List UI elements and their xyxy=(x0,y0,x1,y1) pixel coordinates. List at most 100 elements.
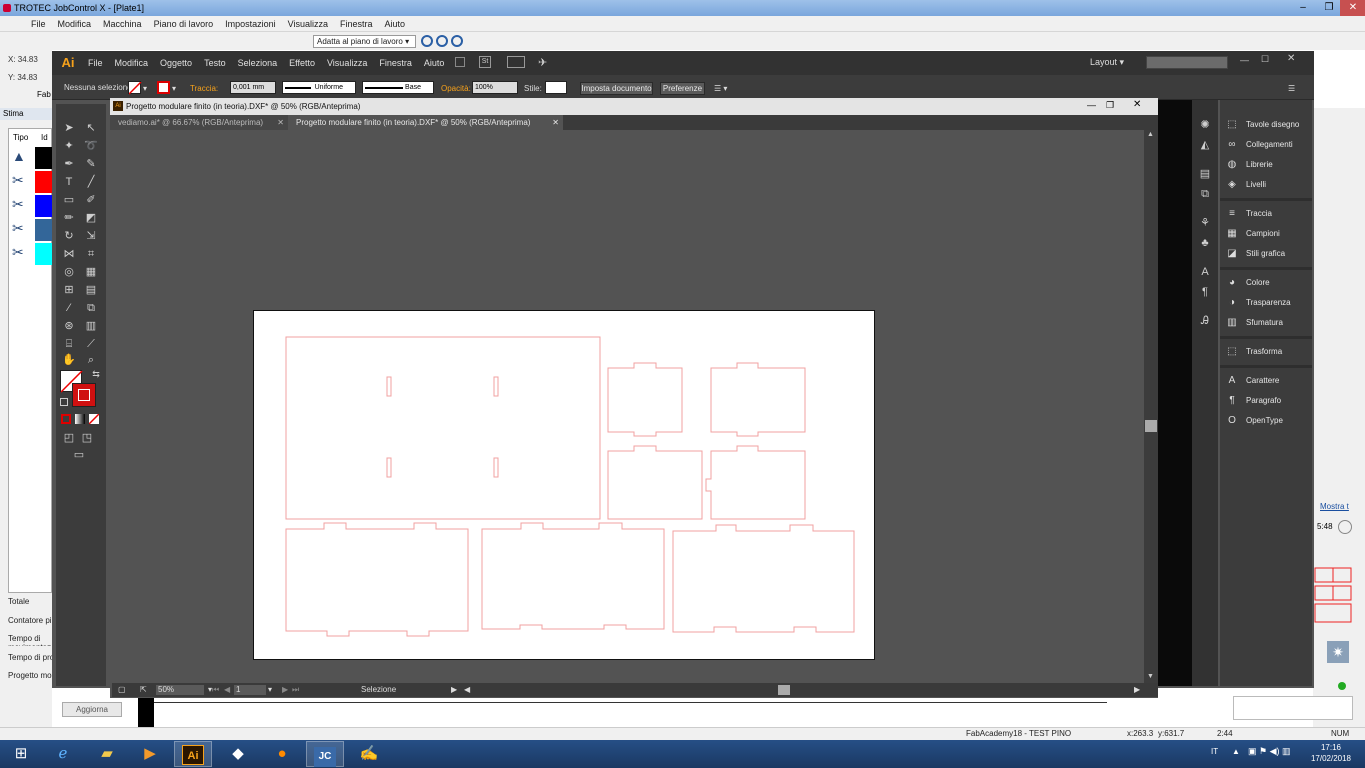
tray-icons[interactable]: ▣ ⚑ ◀) ▥ xyxy=(1248,746,1291,757)
panel-livelli[interactable]: ◈ Livelli xyxy=(1226,176,1312,194)
hscroll-left-icon[interactable]: ◀ xyxy=(464,683,470,697)
language-indicator[interactable]: IT xyxy=(1211,747,1218,756)
panel-opentype[interactable]: O OpenType xyxy=(1226,412,1312,430)
dock-icon-4[interactable]: ⧉ xyxy=(1195,186,1215,202)
menu-visualizza[interactable]: Visualizza xyxy=(282,19,334,29)
opacity-label[interactable]: Opacità: xyxy=(441,84,471,93)
pencil-tool-icon[interactable]: ✏ xyxy=(59,210,79,226)
dock-icon-1[interactable]: ✺ xyxy=(1195,117,1215,133)
ai-menu-finestra[interactable]: Finestra xyxy=(373,58,418,68)
ai-search-input[interactable] xyxy=(1146,56,1228,69)
artboard[interactable] xyxy=(253,310,875,660)
pen-tool-icon[interactable]: ✒ xyxy=(59,156,79,172)
last-page-icon[interactable]: ⏭ xyxy=(292,683,299,697)
hscroll-right-icon[interactable]: ▶ xyxy=(1134,683,1140,697)
menu-macchina[interactable]: Macchina xyxy=(97,19,148,29)
screen-mode-icon[interactable]: ▭ xyxy=(69,447,89,463)
horizontal-scroll-thumb[interactable] xyxy=(778,685,790,695)
stroke-dropdown-icon[interactable]: ▾ xyxy=(172,84,176,93)
panel-librerie[interactable]: ◍ Librerie xyxy=(1226,156,1312,174)
start-icon[interactable]: ⊞ xyxy=(2,741,40,767)
laser-icon[interactable]: ✷ xyxy=(1327,641,1349,663)
taskbar-clock[interactable]: 17:16 17/02/2018 xyxy=(1300,742,1362,764)
draw-mode-icon[interactable]: ◰ xyxy=(59,430,79,446)
panel-traccia[interactable]: ≡ Traccia xyxy=(1226,205,1312,223)
tab-close-icon[interactable]: ✕ xyxy=(552,115,559,130)
menu-piano-di-lavoro[interactable]: Piano di lavoro xyxy=(148,19,220,29)
ai-restore-button[interactable]: ☐ xyxy=(1261,54,1269,65)
menu-impostazioni[interactable]: Impostazioni xyxy=(219,19,282,29)
aggiorna-button[interactable]: Aggiorna xyxy=(62,702,122,717)
ai-menu-oggetto[interactable]: Oggetto xyxy=(154,58,198,68)
panel-colore[interactable]: ◕ Colore xyxy=(1226,274,1312,292)
scale-tool-icon[interactable]: ⇲ xyxy=(81,228,101,244)
menu-finestra[interactable]: Finestra xyxy=(334,19,379,29)
vertical-scrollbar[interactable] xyxy=(1144,130,1158,683)
ie-icon[interactable]: ℯ xyxy=(44,741,82,767)
dock-icon-5[interactable]: ⚘ xyxy=(1195,215,1215,231)
hand-tool-icon[interactable]: ✋ xyxy=(59,352,79,368)
fill-dropdown-icon[interactable]: ▾ xyxy=(143,84,147,93)
type-tool-icon[interactable]: T xyxy=(59,174,79,190)
paintbrush-tool-icon[interactable]: ✐ xyxy=(81,192,101,208)
panel-campioni[interactable]: ▦ Campioni xyxy=(1226,225,1312,243)
scroll-down-icon[interactable]: ▼ xyxy=(1147,673,1154,680)
bridge-icon[interactable] xyxy=(455,57,465,67)
lasso-tool-icon[interactable]: ➰ xyxy=(81,138,101,154)
none-mode-icon[interactable] xyxy=(88,413,100,425)
gradient-tool-icon[interactable]: ▤ xyxy=(81,282,101,298)
traccia-label[interactable]: Traccia: xyxy=(190,84,218,93)
draw-behind-icon[interactable]: ◳ xyxy=(77,430,97,446)
line-tool-icon[interactable]: ╱ xyxy=(81,174,101,190)
left-tab[interactable]: Fab xyxy=(37,90,51,99)
ai-menu-modifica[interactable]: Modifica xyxy=(109,58,155,68)
mesh-tool-icon[interactable]: ⊞ xyxy=(59,282,79,298)
doc-restore-button[interactable]: ❐ xyxy=(1106,100,1114,111)
doc-close-button[interactable]: ✕ xyxy=(1133,99,1141,110)
tab-vediamo[interactable]: vediamo.ai* @ 66.67% (RGB/Anteprima) ✕ xyxy=(110,115,288,130)
export-icon[interactable]: ⇱ xyxy=(140,683,147,697)
eraser-tool-icon[interactable]: ◩ xyxy=(81,210,101,226)
menu-file[interactable]: File xyxy=(25,19,52,29)
panel-paragrafo[interactable]: ¶ Paragrafo xyxy=(1226,392,1312,410)
slice-tool-icon[interactable]: ⟋ xyxy=(81,336,101,352)
right-input[interactable] xyxy=(1233,696,1353,720)
panel-trasforma[interactable]: ⬚ Trasforma xyxy=(1226,343,1312,361)
panel-collegamenti[interactable]: ∞ Collegamenti xyxy=(1226,136,1312,154)
restore-button[interactable]: ❐ xyxy=(1316,0,1342,16)
stock-icon[interactable]: St xyxy=(479,56,491,68)
panel-carattere[interactable]: A Carattere xyxy=(1226,372,1312,390)
menu-modifica[interactable]: Modifica xyxy=(52,19,98,29)
dock-icon-7[interactable]: A xyxy=(1195,264,1215,280)
stroke-swatch[interactable] xyxy=(157,81,170,94)
dock-icon-8[interactable]: ¶ xyxy=(1195,284,1215,300)
ai-menu-seleziona[interactable]: Seleziona xyxy=(232,58,284,68)
perspective-tool-icon[interactable]: ▦ xyxy=(81,264,101,280)
selection-tool-icon[interactable]: ➤ xyxy=(59,120,79,136)
opacity-input[interactable]: 100% xyxy=(472,81,518,94)
doc-minimize-button[interactable]: — xyxy=(1087,100,1096,110)
panel-sfumatura[interactable]: ▥ Sfumatura xyxy=(1226,314,1312,332)
inkscape-icon[interactable]: ◆ xyxy=(219,741,257,767)
explorer-icon[interactable]: ▰ xyxy=(88,741,126,767)
zoom-in-icon[interactable] xyxy=(436,35,448,47)
page-input[interactable]: 1 xyxy=(234,685,266,695)
rectangle-tool-icon[interactable]: ▭ xyxy=(59,192,79,208)
media-icon[interactable]: ▶ xyxy=(131,741,169,767)
ai-menu-file[interactable]: File xyxy=(82,58,109,68)
tray-arrow-icon[interactable]: ▲ xyxy=(1232,747,1240,756)
gradient-mode-icon[interactable] xyxy=(75,414,85,424)
power-icon[interactable] xyxy=(1338,520,1352,534)
curvature-tool-icon[interactable]: ✎ xyxy=(81,156,101,172)
direct-selection-tool-icon[interactable]: ↖ xyxy=(81,120,101,136)
dock-icon-3[interactable]: ▤ xyxy=(1195,166,1215,182)
ai-menu-effetto[interactable]: Effetto xyxy=(283,58,321,68)
style-select[interactable] xyxy=(545,81,567,94)
close-button[interactable]: ✕ xyxy=(1340,0,1365,16)
control-menu-icon[interactable]: ☰ xyxy=(1288,84,1295,93)
fill-none-swatch[interactable] xyxy=(128,81,142,95)
blend-tool-icon[interactable]: ⧉ xyxy=(81,300,101,316)
tool-icon[interactable]: ✍ xyxy=(350,741,388,767)
next-page-icon[interactable]: ▶ xyxy=(282,683,288,697)
illustrator-icon[interactable]: Ai xyxy=(174,741,212,767)
